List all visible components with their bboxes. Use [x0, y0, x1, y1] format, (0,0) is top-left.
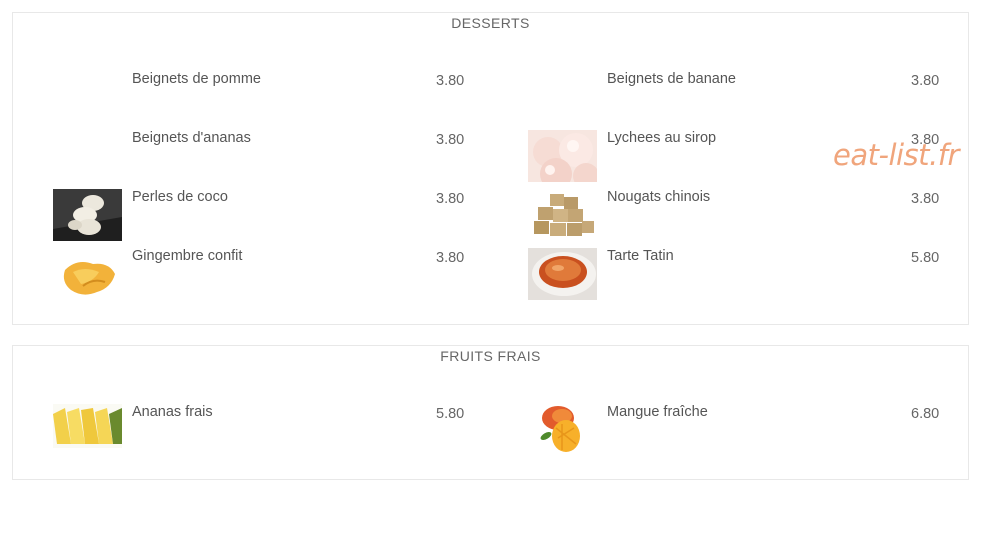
item-name: Tarte Tatin	[607, 248, 674, 264]
ananas-image	[53, 404, 122, 456]
item-price: 6.80	[911, 406, 940, 422]
item-price: 3.80	[436, 250, 465, 266]
item-price: 5.80	[436, 406, 465, 422]
nougats-image	[528, 189, 597, 241]
item-name: Perles de coco	[132, 189, 228, 205]
item-price: 3.80	[911, 73, 940, 89]
item-price: 3.80	[911, 191, 940, 207]
section-title: FRUITS FRAIS	[440, 348, 541, 364]
item-price: 3.80	[436, 191, 465, 207]
item-name: Nougats chinois	[607, 189, 711, 205]
section-title: DESSERTS	[451, 15, 530, 31]
perles-coco-image	[53, 189, 122, 241]
watermark-logo: eat-list.fr	[833, 138, 959, 172]
item-price: 3.80	[436, 73, 465, 89]
item-name: Ananas frais	[132, 404, 213, 420]
item-name: Beignets de banane	[607, 71, 736, 87]
tarte-tatin-image	[528, 248, 597, 300]
item-name: Beignets d'ananas	[132, 130, 251, 146]
item-price: 5.80	[911, 250, 940, 266]
mangue-image	[528, 404, 597, 456]
item-name: Beignets de pomme	[132, 71, 261, 87]
item-price: 3.80	[436, 132, 465, 148]
lychee-image	[528, 130, 597, 182]
item-name: Mangue fraîche	[607, 404, 708, 420]
item-name: Gingembre confit	[132, 248, 243, 264]
fruits-section: FRUITS FRAIS Ananas frais 5.80 Mangue fr…	[12, 345, 969, 480]
item-name: Lychees au sirop	[607, 130, 717, 146]
gingembre-image	[53, 248, 122, 300]
desserts-section: DESSERTS Beignets de pomme 3.80 Beignets…	[12, 12, 969, 325]
